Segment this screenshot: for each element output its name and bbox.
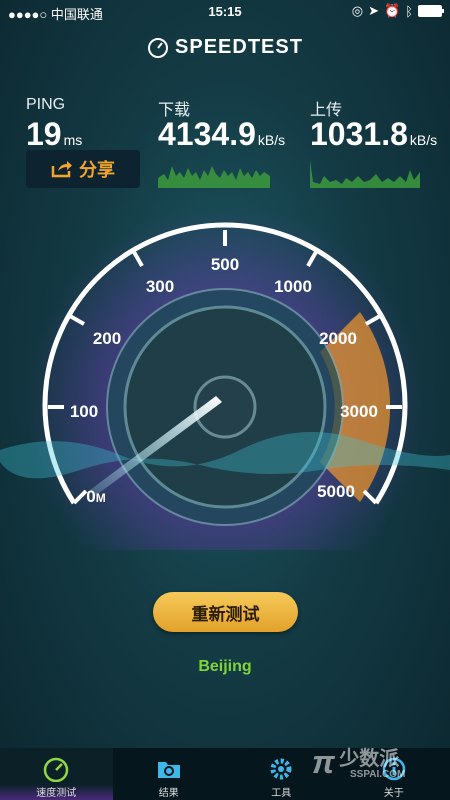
upload-unit: kB/s: [409, 132, 438, 148]
tab-about-label: 关于: [383, 788, 404, 799]
share-label: 分享: [79, 160, 115, 180]
ping-label: PING: [26, 96, 66, 113]
download-unit: kB/s: [257, 132, 286, 148]
gauge-tick-100: 100: [70, 402, 98, 421]
retest-label: 重新测试: [191, 604, 260, 624]
gauge-tick-1000: 1000: [274, 277, 312, 296]
app-title: SPEEDTEST: [175, 36, 303, 58]
status-bar: ●●●●○ 中国联通 15:15 ◎ ➤ ⏰ ᛒ: [0, 0, 450, 22]
ping-value: 19: [26, 116, 62, 152]
gauge-icon: [44, 757, 69, 782]
tab-results-label: 结果: [158, 788, 179, 799]
battery-icon: [418, 5, 444, 17]
share-icon: [51, 161, 72, 178]
pi-icon: π: [312, 744, 335, 780]
location-icon: ➤: [368, 3, 379, 18]
watermark-text: 少数派: [339, 748, 400, 770]
gauge-tick-2000: 2000: [319, 329, 357, 348]
folder-icon: [157, 762, 180, 778]
server-location[interactable]: Beijing: [0, 658, 450, 676]
tab-speed-test-label: 速度测试: [36, 788, 77, 799]
watermark-logo: π 少数派 SSPAI.COM: [312, 742, 405, 780]
speedometer-icon: [148, 37, 169, 58]
gauge-tick-3000: 3000: [340, 402, 378, 421]
alarm-icon: ⏰: [384, 3, 401, 18]
gear-icon: [270, 758, 292, 780]
tab-tools-label: 工具: [271, 788, 292, 799]
upload-value: 1031.8: [310, 116, 408, 152]
lock-rotation-icon: ◎: [351, 3, 364, 18]
gauge-tick-200: 200: [93, 329, 121, 348]
gauge-tick-5000: 5000: [317, 482, 355, 501]
ping-unit: ms: [63, 132, 83, 148]
share-button[interactable]: 分享: [26, 150, 140, 188]
tab-results[interactable]: 结果: [113, 748, 226, 800]
status-icons: ◎ ➤ ⏰ ᛒ: [351, 3, 444, 19]
download-value: 4134.9: [158, 116, 256, 152]
gauge-tick-500: 500: [211, 255, 239, 274]
app-logo: SPEEDTEST: [0, 36, 450, 59]
download-value-row: 4134.9 kB/s: [158, 118, 285, 156]
retest-button[interactable]: 重新测试: [153, 592, 298, 632]
upload-sparkline: [310, 160, 420, 188]
bluetooth-icon: ᛒ: [405, 3, 413, 19]
tab-speed-test[interactable]: 速度测试: [0, 748, 113, 800]
gauge-tick-300: 300: [146, 277, 174, 296]
watermark-sub: SSPAI.COM: [350, 769, 406, 780]
upload-value-row: 1031.8 kB/s: [310, 118, 437, 156]
download-sparkline: [158, 166, 270, 188]
speed-gauge: 0M 100 200 300 500 1000 2000 3000 5000: [0, 207, 450, 550]
